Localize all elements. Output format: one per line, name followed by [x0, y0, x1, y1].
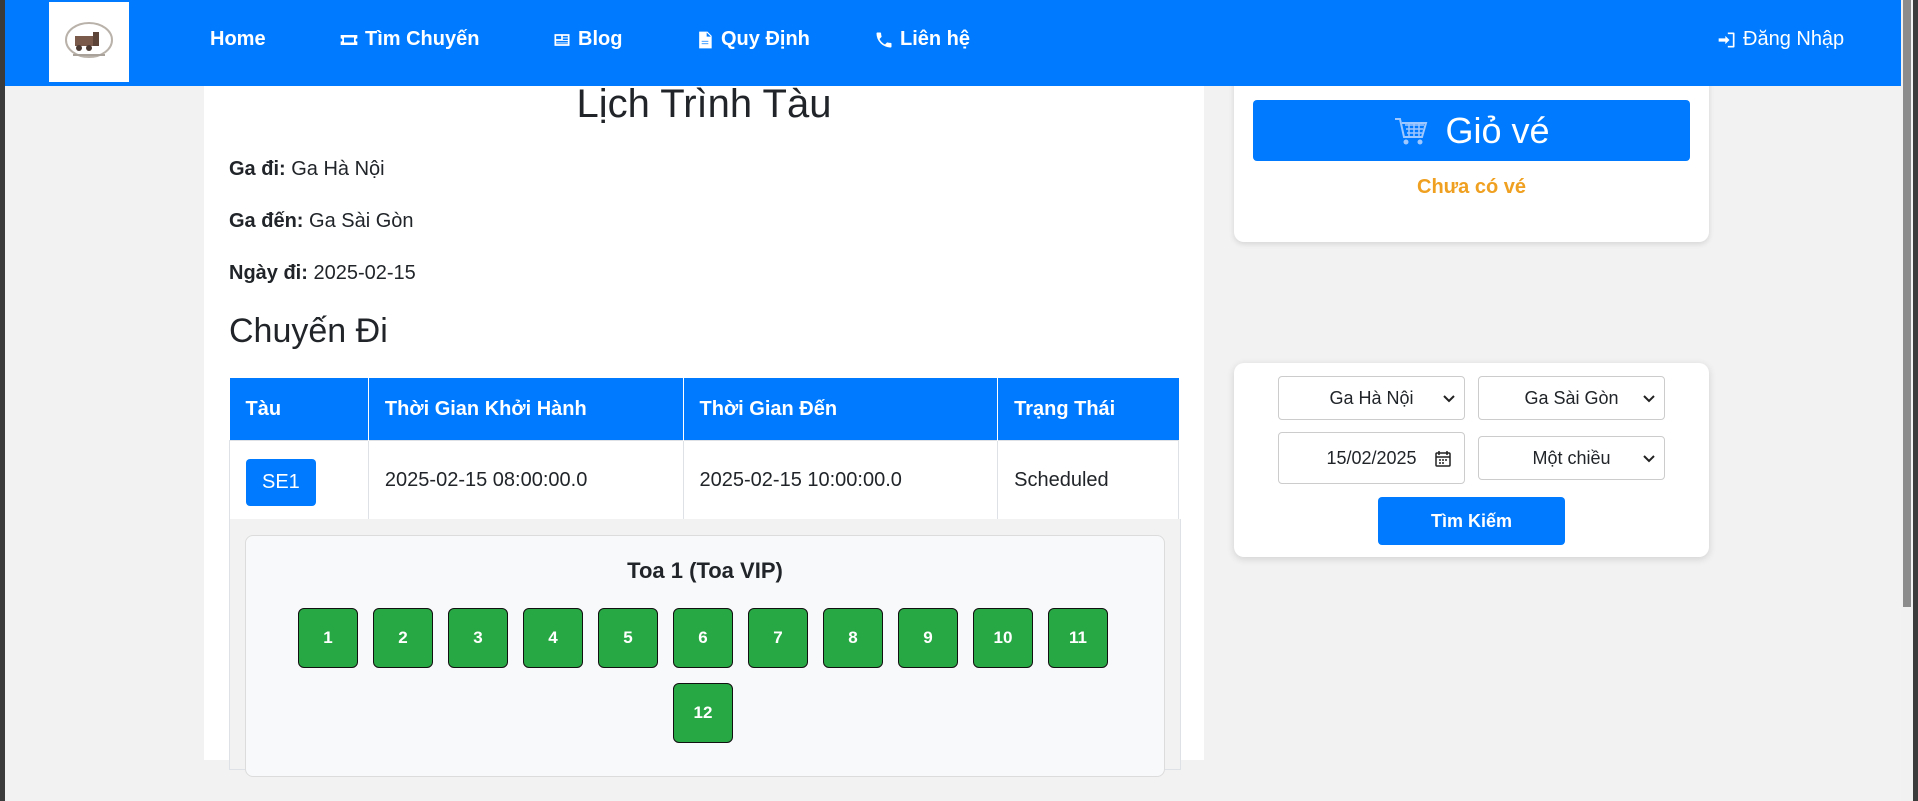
site-logo[interactable]: [49, 2, 129, 82]
nav-rules-label: Quy Định: [721, 28, 810, 50]
nav-find-trip-label: Tìm Chuyến: [365, 28, 480, 50]
departure-cell: 2025-02-15 08:00:00.0: [367, 440, 684, 520]
departure-date-input-value: 15/02/2025: [1326, 447, 1417, 468]
header-status: Trạng Thái: [997, 378, 1179, 441]
sign-in-icon: [1718, 32, 1735, 47]
seat-button[interactable]: 12: [673, 683, 733, 743]
seat-button[interactable]: 1: [298, 608, 358, 668]
top-navbar: Home Tìm Chuyến Blog Quy Định Liên hệ Đă…: [5, 0, 1901, 86]
to-station-line: Ga đến: Ga Sài Gòn: [229, 210, 414, 233]
nav-rules[interactable]: Quy Định: [695, 28, 810, 51]
coach-title: Toa 1 (Toa VIP): [627, 558, 783, 583]
departure-date-line: Ngày đi: 2025-02-15: [229, 262, 416, 285]
header-departure-time: Thời Gian Khởi Hành: [368, 378, 684, 441]
nav-contact-label: Liên hệ: [900, 28, 971, 50]
coach-area: Toa 1 (Toa VIP) 1 2 3 4 5 6 7 8 9 10 11 …: [229, 519, 1181, 777]
cart-panel: Giỏ vé Chưa có vé: [1234, 60, 1709, 242]
departure-date-label: Ngày đi:: [229, 262, 308, 284]
ticket-icon: [340, 34, 358, 45]
nav-blog[interactable]: Blog: [552, 28, 622, 51]
from-station-line: Ga đi: Ga Hà Nội: [229, 158, 385, 181]
to-station-label: Ga đến:: [229, 210, 304, 232]
nav-home[interactable]: Home: [210, 28, 266, 51]
newspaper-icon: [554, 33, 570, 46]
seat-button[interactable]: 11: [1048, 608, 1108, 668]
cart-button-label: Giỏ vé: [1445, 109, 1550, 151]
nav-contact[interactable]: Liên hệ: [874, 28, 970, 51]
train-cell: SE1: [229, 440, 369, 520]
scrollbar-thumb[interactable]: [1903, 0, 1911, 607]
seat-button[interactable]: 3: [448, 608, 508, 668]
from-station-value: Ga Hà Nội: [291, 158, 385, 180]
seat-button[interactable]: 8: [823, 608, 883, 668]
from-station-label: Ga đi:: [229, 158, 286, 180]
nav-find-trip[interactable]: Tìm Chuyến: [339, 28, 479, 51]
seat-button[interactable]: 5: [598, 608, 658, 668]
phone-icon: [876, 32, 892, 47]
trip-type-select[interactable]: Một chiều: [1478, 436, 1665, 480]
nav-login-label: Đăng Nhập: [1743, 28, 1845, 50]
chevron-down-icon: [1443, 395, 1455, 403]
schedule-panel: Lịch Trình Tàu Ga đi: Ga Hà Nội Ga đến: …: [204, 0, 1204, 777]
cart-empty-text: Chưa có vé: [1417, 176, 1526, 198]
outbound-title: Chuyến Đi: [229, 312, 388, 350]
cart-button[interactable]: Giỏ vé: [1253, 100, 1690, 161]
file-pdf-icon: [699, 31, 712, 48]
seat-button[interactable]: 7: [748, 608, 808, 668]
departure-date-value: 2025-02-15: [313, 262, 416, 284]
seat-button[interactable]: 10: [973, 608, 1033, 668]
departure-date-input[interactable]: 15/02/2025: [1278, 432, 1465, 484]
shopping-cart-icon: [1395, 117, 1428, 144]
header-arrival-time: Thời Gian Đến: [683, 378, 999, 441]
page-title: Lịch Trình Tàu: [576, 82, 832, 126]
train-logo-icon: [65, 22, 113, 58]
seat-button[interactable]: 2: [373, 608, 433, 668]
seat-button[interactable]: 4: [523, 608, 583, 668]
to-station-selected: Ga Sài Gòn: [1524, 387, 1619, 408]
seat-button[interactable]: 6: [673, 608, 733, 668]
chevron-down-icon: [1643, 455, 1655, 463]
from-station-select[interactable]: Ga Hà Nội: [1278, 376, 1465, 420]
seat-button[interactable]: 9: [898, 608, 958, 668]
coach-card: Toa 1 (Toa VIP) 1 2 3 4 5 6 7 8 9 10 11 …: [245, 535, 1165, 777]
table-row: SE1 2025-02-15 08:00:00.0 2025-02-15 10:…: [229, 440, 1179, 520]
to-station-select[interactable]: Ga Sài Gòn: [1478, 376, 1665, 420]
page-viewport: Home Tìm Chuyến Blog Quy Định Liên hệ Đă…: [5, 0, 1901, 801]
trip-table: Tàu Thời Gian Khởi Hành Thời Gian Đến Tr…: [229, 378, 1179, 520]
nav-blog-label: Blog: [578, 28, 623, 50]
trip-type-selected: Một chiều: [1532, 447, 1611, 468]
arrival-cell: 2025-02-15 10:00:00.0: [682, 440, 999, 520]
from-station-selected: Ga Hà Nội: [1329, 387, 1414, 408]
header-train: Tàu: [229, 378, 369, 441]
to-station-value: Ga Sài Gòn: [309, 210, 414, 232]
nav-login[interactable]: Đăng Nhập: [1717, 28, 1844, 51]
nav-home-label: Home: [210, 28, 266, 50]
status-cell: Scheduled: [997, 440, 1179, 520]
search-panel: Ga Hà Nội Ga Sài Gòn 15/02/2025 Một chiề…: [1234, 363, 1709, 557]
calendar-icon[interactable]: [1434, 450, 1452, 468]
page-scrollbar[interactable]: [1901, 0, 1913, 801]
chevron-down-icon: [1643, 395, 1655, 403]
trip-table-header: Tàu Thời Gian Khởi Hành Thời Gian Đến Tr…: [229, 378, 1179, 441]
search-button[interactable]: Tìm Kiếm: [1378, 497, 1565, 545]
train-select-button[interactable]: SE1: [246, 458, 316, 506]
